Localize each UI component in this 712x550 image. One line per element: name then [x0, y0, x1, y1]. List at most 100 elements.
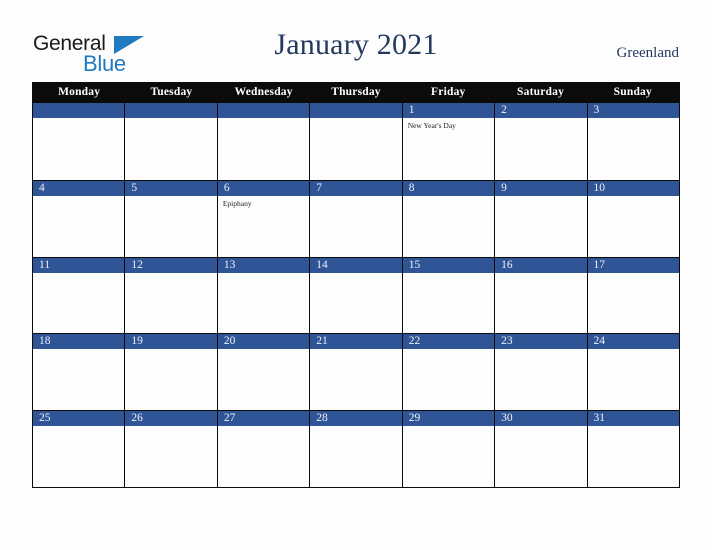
day-number: 9	[501, 181, 507, 194]
calendar-week-row: 25 26 27 28 29 30 31	[33, 410, 679, 487]
day-events	[218, 118, 309, 121]
calendar-week-row: 1 New Year's Day 2 3	[33, 103, 679, 180]
day-number: 17	[593, 258, 606, 271]
day-events	[33, 196, 124, 199]
day-events	[588, 426, 679, 429]
day-number-band: 20	[217, 334, 310, 350]
calendar-day-cell[interactable]: 28	[309, 411, 402, 487]
day-number-band: 29	[402, 411, 495, 427]
calendar-day-cell[interactable]: 31	[586, 411, 679, 487]
calendar-day-cell[interactable]: 6 Epiphany	[216, 180, 310, 257]
calendar-day-cell[interactable]: 13	[216, 257, 310, 334]
calendar-day-cell[interactable]: 30	[494, 411, 587, 487]
day-number-band	[125, 103, 217, 118]
day-number-band: 2	[495, 103, 587, 118]
day-number: 24	[593, 335, 606, 348]
calendar-grid: Monday Tuesday Wednesday Thursday Friday…	[32, 82, 680, 488]
day-events	[125, 349, 216, 352]
day-number-band: 28	[310, 411, 402, 427]
calendar-day-cell-empty[interactable]	[33, 103, 125, 180]
calendar-day-cell[interactable]: 21	[309, 334, 402, 411]
calendar-day-cell[interactable]: 14	[309, 257, 402, 334]
calendar-day-cell-empty[interactable]	[216, 103, 310, 180]
calendar-day-cell-empty[interactable]	[309, 103, 402, 180]
calendar-day-cell-empty[interactable]	[124, 103, 217, 180]
day-number-band: 25	[33, 411, 125, 427]
calendar-day-cell[interactable]: 9	[494, 180, 587, 257]
calendar-day-cell[interactable]: 7	[309, 180, 402, 257]
calendar-day-cell[interactable]: 4	[33, 180, 125, 257]
day-events	[495, 426, 586, 429]
page-title: January 2021	[274, 28, 438, 61]
day-number: 7	[316, 181, 323, 194]
day-number: 1	[408, 104, 415, 116]
calendar-day-cell[interactable]: 1 New Year's Day	[401, 103, 495, 180]
calendar-day-cell[interactable]: 17	[586, 257, 679, 334]
day-number: 27	[223, 412, 236, 425]
day-events	[403, 426, 494, 429]
day-events	[588, 349, 679, 352]
day-events	[495, 273, 586, 276]
day-number-band: 16	[495, 257, 587, 273]
day-events	[33, 349, 124, 352]
day-events	[588, 196, 679, 199]
calendar-day-cell[interactable]: 16	[494, 257, 587, 334]
dow-monday: Monday	[58, 86, 101, 98]
day-number-band: 18	[33, 334, 125, 350]
day-number: 11	[39, 258, 51, 271]
dow-saturday: Saturday	[517, 86, 565, 98]
day-number: 21	[316, 335, 328, 348]
day-number-band: 3	[587, 103, 679, 118]
day-events: Epiphany	[218, 196, 309, 209]
day-events	[310, 118, 401, 121]
calendar-day-cell[interactable]: 22	[401, 334, 495, 411]
day-number: 8	[408, 181, 415, 194]
day-number: 5	[131, 181, 138, 194]
day-number-band: 24	[587, 334, 679, 350]
calendar-day-cell[interactable]: 5	[124, 180, 217, 257]
dow-friday: Friday	[431, 86, 466, 98]
calendar-day-cell[interactable]: 19	[124, 334, 217, 411]
day-number-band	[33, 103, 125, 118]
calendar-day-cell[interactable]: 18	[33, 334, 125, 411]
day-number: 19	[131, 335, 143, 348]
calendar-day-cell[interactable]: 10	[586, 180, 679, 257]
calendar-day-cell[interactable]: 15	[401, 257, 495, 334]
calendar-week-row: 18 19 20 21 22 23 24	[33, 333, 679, 411]
day-events	[218, 273, 309, 276]
calendar-day-cell[interactable]: 26	[124, 411, 217, 487]
day-events	[218, 426, 309, 429]
day-number: 18	[39, 335, 51, 348]
day-events	[33, 118, 124, 121]
calendar-day-cell[interactable]: 8	[401, 180, 495, 257]
day-events	[403, 349, 494, 352]
day-events	[495, 349, 586, 352]
calendar-day-cell[interactable]: 23	[494, 334, 587, 411]
calendar-week-row: 4 5 6 Epiphany 7 8 9 10	[33, 179, 679, 257]
day-number: 13	[223, 258, 236, 271]
calendar-day-cell[interactable]: 29	[401, 411, 495, 487]
dow-wednesday: Wednesday	[234, 86, 293, 98]
day-events	[125, 118, 216, 121]
calendar-day-cell[interactable]: 27	[216, 411, 310, 487]
day-number-band: 8	[402, 180, 495, 196]
day-number: 28	[316, 412, 328, 425]
day-number: 23	[501, 335, 513, 348]
day-events	[218, 349, 309, 352]
day-number-band	[310, 103, 402, 118]
day-events	[125, 273, 216, 276]
day-events	[588, 273, 679, 276]
day-number-band: 6	[217, 180, 310, 196]
calendar-day-cell[interactable]: 24	[586, 334, 679, 411]
calendar-day-cell[interactable]: 11	[33, 257, 125, 334]
day-number: 31	[593, 412, 606, 425]
calendar-day-cell[interactable]: 25	[33, 411, 125, 487]
calendar-day-cell[interactable]: 2	[494, 103, 587, 180]
day-number-band: 12	[125, 257, 217, 273]
calendar-day-cell[interactable]: 12	[124, 257, 217, 334]
day-number-band: 17	[587, 257, 679, 273]
calendar-day-cell[interactable]: 20	[216, 334, 310, 411]
day-number: 4	[39, 181, 45, 194]
holiday-event: New Year's Day	[407, 121, 456, 130]
calendar-day-cell[interactable]: 3	[586, 103, 679, 180]
